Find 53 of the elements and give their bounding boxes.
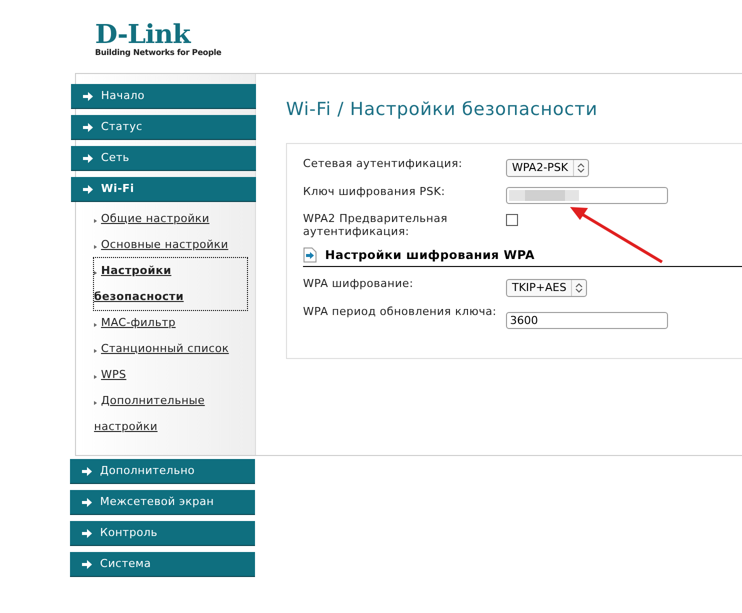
arrow-icon: [83, 154, 93, 162]
menu-bar[interactable]: Сеть: [71, 146, 256, 170]
menu-label[interactable]: Система: [100, 556, 152, 572]
menu-bar[interactable]: Статус: [71, 115, 256, 139]
arrow-icon: [82, 498, 92, 506]
select-field[interactable]: TKIP+AES: [506, 279, 588, 297]
field-label: WPA2 Предварительная аутентификация:: [303, 212, 449, 238]
menu-bar[interactable]: Межсетевой экран: [70, 490, 255, 514]
field-label: WPA шифрование:: [303, 277, 414, 290]
menu-label[interactable]: Межсетевой экран: [100, 494, 214, 510]
field-label: Ключ шифрования PSK:: [303, 185, 446, 198]
arrow-icon: [83, 92, 93, 100]
menu-label[interactable]: Wi-Fi: [101, 180, 134, 198]
bullet-icon: [94, 401, 97, 405]
menu-label[interactable]: Контроль: [100, 524, 158, 542]
submenu-link[interactable]: MAC-фильтр: [94, 310, 247, 336]
field-label: WPA период обновления ключа:: [303, 305, 498, 318]
menu-label[interactable]: Дополнительно: [100, 462, 195, 480]
input-field[interactable]: 3600: [506, 312, 668, 329]
submenu-link[interactable]: WPS: [94, 362, 247, 388]
bullet-icon: [94, 375, 97, 379]
arrow-icon: [82, 528, 92, 538]
arrow-icon: [83, 184, 93, 194]
menu-bar[interactable]: Начало: [71, 84, 256, 108]
bullet-icon: [94, 349, 97, 353]
arrow-icon: [82, 560, 92, 568]
bullet-icon: [94, 219, 97, 223]
blurred-value: [509, 190, 579, 201]
field-label: Сетевая аутентификация:: [303, 157, 464, 170]
menu-label[interactable]: Сеть: [101, 150, 130, 166]
checkbox[interactable]: [506, 214, 518, 226]
arrow-icon: [83, 122, 93, 132]
bullet-icon: [94, 245, 97, 249]
menu-bar[interactable]: Система: [70, 552, 255, 576]
submenu-link[interactable]: Настройки безопасности: [94, 258, 247, 310]
menu-bar[interactable]: Дополнительно: [70, 459, 255, 483]
menu-bar[interactable]: Контроль: [70, 521, 255, 545]
bullet-icon: [94, 323, 97, 327]
page-title: Wi-Fi / Настройки безопасности: [286, 98, 599, 122]
bullet-icon: [94, 271, 97, 275]
submenu-link[interactable]: Общие настройки: [94, 206, 247, 232]
menu-label[interactable]: Статус: [101, 118, 142, 136]
submenu-link[interactable]: Дополнительные настройки: [94, 388, 247, 440]
section-heading: Настройки шифрования WPA: [325, 247, 535, 264]
menu-bar[interactable]: Wi-Fi: [71, 177, 256, 201]
arrow-icon: [82, 466, 92, 476]
document-icon: [303, 247, 317, 263]
select-field[interactable]: WPA2-PSK: [506, 159, 590, 177]
password-field[interactable]: [506, 187, 668, 204]
dlink-logo: D-Link Building Networks for People: [95, 22, 222, 58]
submenu-link[interactable]: Основные настройки: [94, 232, 247, 258]
submenu-link[interactable]: Станционный список: [94, 336, 247, 362]
menu-label[interactable]: Начало: [101, 88, 145, 104]
